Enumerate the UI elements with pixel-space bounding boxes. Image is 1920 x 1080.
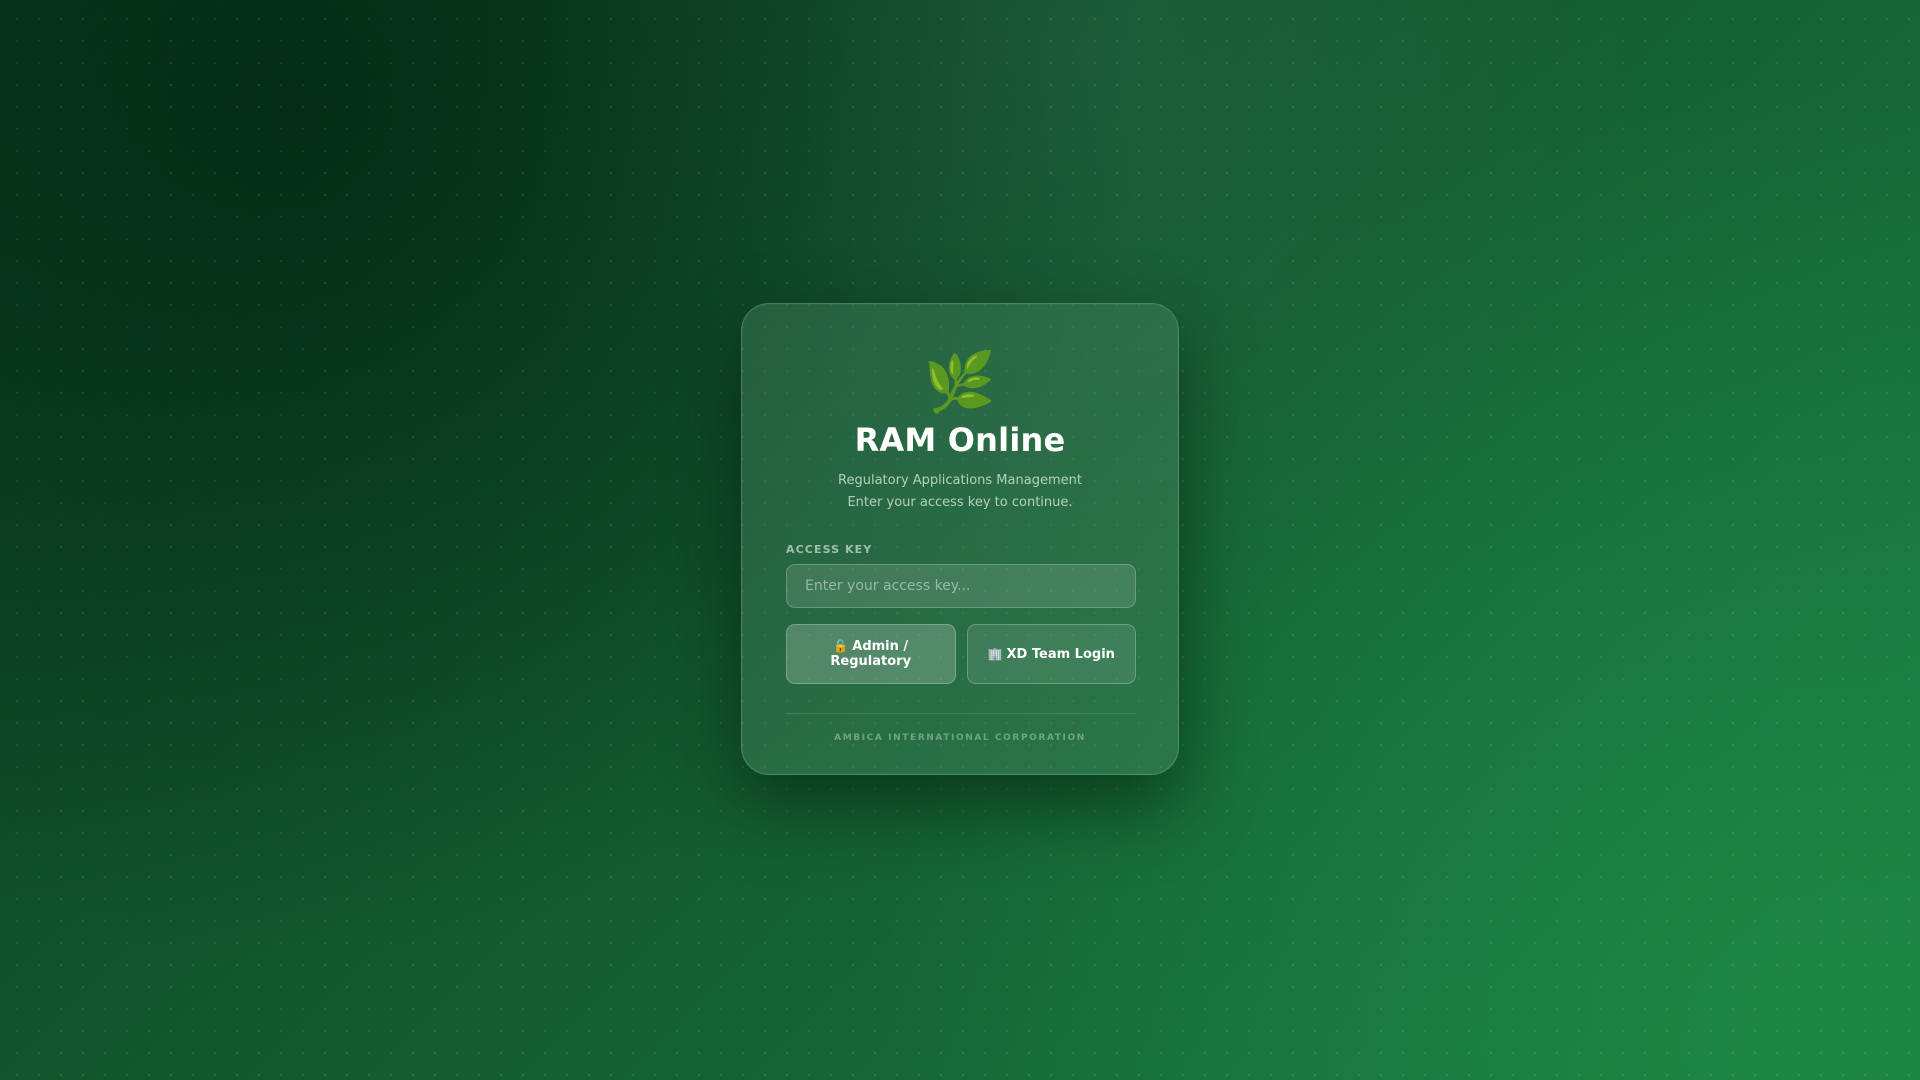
app-title: RAM Online: [854, 421, 1066, 459]
office-building-icon: 🏢: [987, 646, 1003, 661]
team-login-label: XD Team Login: [1006, 646, 1115, 662]
login-button-row: 🔓 Admin / Regulatory 🏢 XD Team Login: [786, 624, 1136, 684]
company-footer: AMBICA INTERNATIONAL CORPORATION: [834, 733, 1086, 743]
access-key-input[interactable]: [786, 564, 1136, 608]
app-subtitle: Regulatory Applications Management: [838, 473, 1082, 488]
access-key-label: ACCESS KEY: [786, 543, 873, 556]
admin-login-text: 🔓 Admin / Regulatory: [801, 639, 941, 669]
leaf-logo-icon: 🌿: [923, 348, 997, 416]
xd-team-login-button[interactable]: 🏢 XD Team Login: [966, 624, 1136, 684]
footer-divider: [786, 713, 1136, 714]
unlock-icon: 🔓: [833, 639, 849, 653]
login-instruction: Enter your access key to continue.: [847, 495, 1073, 510]
login-card: 🌿 RAM Online Regulatory Applications Man…: [741, 303, 1179, 775]
team-login-text: 🏢 XD Team Login: [988, 647, 1115, 662]
admin-regulatory-login-button[interactable]: 🔓 Admin / Regulatory: [786, 624, 956, 684]
